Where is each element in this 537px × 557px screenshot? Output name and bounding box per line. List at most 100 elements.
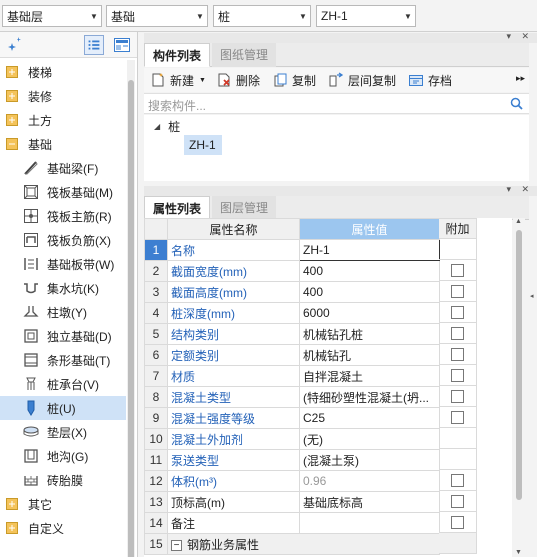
property-row[interactable]: 5 结构类别 机械钻孔桩 xyxy=(144,323,440,345)
folder-minus-icon[interactable] xyxy=(6,138,18,150)
splitter-arrow-icon[interactable]: ◂ xyxy=(530,292,534,300)
tree-item-foundation-strip[interactable]: 基础板带(W) xyxy=(0,252,126,276)
tree-item-trench[interactable]: 地沟(G) xyxy=(0,444,126,468)
tree-group-foundation[interactable]: 基础 xyxy=(0,132,126,156)
panel-window-buttons[interactable]: ▾ ✕ xyxy=(506,184,533,195)
component-search-box[interactable]: 搜索构件... xyxy=(144,93,529,114)
component-item-zh1[interactable]: ZH-1 xyxy=(184,135,222,155)
property-row[interactable]: 15− 钢筋业务属性 xyxy=(144,533,440,555)
tree-item-column-pier[interactable]: 柱墩(Y) xyxy=(0,300,126,324)
folder-plus-icon[interactable] xyxy=(6,90,18,102)
tree-item-isolated-foundation[interactable]: 独立基础(D) xyxy=(0,324,126,348)
property-value[interactable]: C25 xyxy=(299,407,440,429)
tree-group-custom[interactable]: 自定义 xyxy=(0,516,126,540)
tree-item-raft-negative-rebar[interactable]: 筏板负筋(X) xyxy=(0,228,126,252)
type-dropdown[interactable]: 桩 ▼ xyxy=(213,5,311,27)
extra-checkbox[interactable] xyxy=(451,305,464,319)
search-icon[interactable] xyxy=(510,97,523,110)
component-tree-root[interactable]: ◢ 桩 xyxy=(154,118,180,135)
tab-layer-management[interactable]: 图层管理 xyxy=(212,196,277,220)
property-value[interactable]: 0.96 xyxy=(299,470,440,492)
collapse-group-icon[interactable]: − xyxy=(171,539,182,551)
property-row[interactable]: 1 名称 ZH-1 xyxy=(144,239,440,261)
extra-checkbox[interactable] xyxy=(451,473,464,487)
floor-copy-button[interactable]: 层间复制 xyxy=(328,72,396,89)
component-dropdown[interactable]: ZH-1 ▼ xyxy=(316,5,416,27)
property-row[interactable]: 11 泵送类型 (混凝土泵) xyxy=(144,449,440,471)
tab-property-list[interactable]: 属性列表 xyxy=(144,196,211,220)
copy-button[interactable]: 复制 xyxy=(272,72,316,89)
tree-item-raft-main-rebar[interactable]: 筏板主筋(R) xyxy=(0,204,126,228)
property-value[interactable]: 400 xyxy=(299,281,440,303)
extra-checkbox[interactable] xyxy=(451,494,464,508)
tree-item-foundation-beam[interactable]: 基础梁(F) xyxy=(0,156,126,180)
property-row[interactable]: 9 混凝土强度等级 C25 xyxy=(144,407,440,429)
property-row[interactable]: 12 体积(m³) 0.96 xyxy=(144,470,440,492)
property-value[interactable]: 400 xyxy=(299,260,440,282)
folder-plus-icon[interactable] xyxy=(6,522,18,534)
tree-item-pile-cap[interactable]: 桩承台(V) xyxy=(0,372,126,396)
property-value[interactable]: 机械钻孔桩 xyxy=(299,323,440,345)
category-dropdown[interactable]: 基础 ▼ xyxy=(106,5,208,27)
tree-item-cushion-layer[interactable]: 垫层(X) xyxy=(0,420,126,444)
extra-checkbox[interactable] xyxy=(451,368,464,382)
tab-component-list[interactable]: 构件列表 xyxy=(144,43,211,67)
tab-drawing-management[interactable]: 图纸管理 xyxy=(212,43,277,67)
collapse-triangle-icon[interactable]: ◢ xyxy=(154,122,160,131)
property-row[interactable]: 4 桩深度(mm) 6000 xyxy=(144,302,440,324)
delete-button[interactable]: 删除 xyxy=(216,72,260,89)
panel-window-buttons[interactable]: ▾ ✕ xyxy=(506,31,533,42)
extra-checkbox[interactable] xyxy=(451,263,464,277)
folder-plus-icon[interactable] xyxy=(6,66,18,78)
property-value[interactable]: (特细砂塑性混凝土(坍... xyxy=(299,386,440,408)
property-row[interactable]: 3 截面高度(mm) 400 xyxy=(144,281,440,303)
scrollbar-thumb[interactable] xyxy=(516,230,522,500)
extra-checkbox[interactable] xyxy=(451,515,464,529)
search-input[interactable]: 搜索构件... xyxy=(148,97,206,114)
extra-checkbox[interactable] xyxy=(451,347,464,361)
property-row[interactable]: 6 定额类别 机械钻孔 xyxy=(144,344,440,366)
save-archive-button[interactable]: 存档 xyxy=(408,72,452,89)
property-row[interactable]: 8 混凝土类型 (特细砂塑性混凝土(坍... xyxy=(144,386,440,408)
extra-checkbox[interactable] xyxy=(451,326,464,340)
left-scrollbar[interactable] xyxy=(127,60,135,557)
folder-plus-icon[interactable] xyxy=(6,498,18,510)
property-value[interactable]: (无) xyxy=(299,428,440,450)
tree-item-brick-mold[interactable]: 砖胎膜 xyxy=(0,468,126,492)
property-value[interactable]: ZH-1 xyxy=(299,239,440,261)
tree-group-decoration[interactable]: 装修 xyxy=(0,84,126,108)
property-value[interactable]: 自拌混凝土 xyxy=(299,365,440,387)
tree-item-strip-foundation[interactable]: 条形基础(T) xyxy=(0,348,126,372)
property-row[interactable]: 7 材质 自拌混凝土 xyxy=(144,365,440,387)
property-value[interactable]: 6000 xyxy=(299,302,440,324)
chevron-down-icon[interactable]: ▼ xyxy=(199,77,206,84)
tree-group-stairs[interactable]: 楼梯 xyxy=(0,60,126,84)
tree-item-sump-pit[interactable]: 集水坑(K) xyxy=(0,276,126,300)
pin-stars-icon[interactable] xyxy=(4,35,24,55)
extra-checkbox[interactable] xyxy=(451,389,464,403)
property-value[interactable] xyxy=(299,512,440,534)
extra-checkbox[interactable] xyxy=(451,284,464,298)
tree-group-earthwork[interactable]: 土方 xyxy=(0,108,126,132)
property-value[interactable]: (混凝土泵) xyxy=(299,449,440,471)
toolbar-overflow-icon[interactable]: ▸▸ xyxy=(516,73,525,84)
folder-plus-icon[interactable] xyxy=(6,114,18,126)
property-row[interactable]: 10 混凝土外加剂 (无) xyxy=(144,428,440,450)
property-scrollbar[interactable]: ▲ ▼ xyxy=(513,218,525,557)
tree-item-pile[interactable]: 桩(U) xyxy=(0,396,126,420)
scrollbar-thumb[interactable] xyxy=(128,80,134,557)
property-value[interactable]: 基础底标高 xyxy=(299,491,440,513)
property-value[interactable]: 机械钻孔 xyxy=(299,344,440,366)
tree-group-other[interactable]: 其它 xyxy=(0,492,126,516)
header-property-value[interactable]: 属性值 xyxy=(299,218,440,240)
card-view-icon[interactable] xyxy=(112,35,132,55)
floor-dropdown[interactable]: 基础层 ▼ xyxy=(2,5,102,27)
property-row[interactable]: 13 顶标高(m) 基础底标高 xyxy=(144,491,440,513)
extra-checkbox[interactable] xyxy=(451,410,464,424)
tree-item-raft-foundation[interactable]: 筏板基础(M) xyxy=(0,180,126,204)
scroll-up-icon[interactable]: ▲ xyxy=(515,218,522,225)
list-view-icon[interactable] xyxy=(84,35,104,55)
new-button[interactable]: 新建 ▼ xyxy=(150,72,206,89)
scroll-down-icon[interactable]: ▼ xyxy=(515,549,522,556)
property-row[interactable]: 14 备注 xyxy=(144,512,440,534)
